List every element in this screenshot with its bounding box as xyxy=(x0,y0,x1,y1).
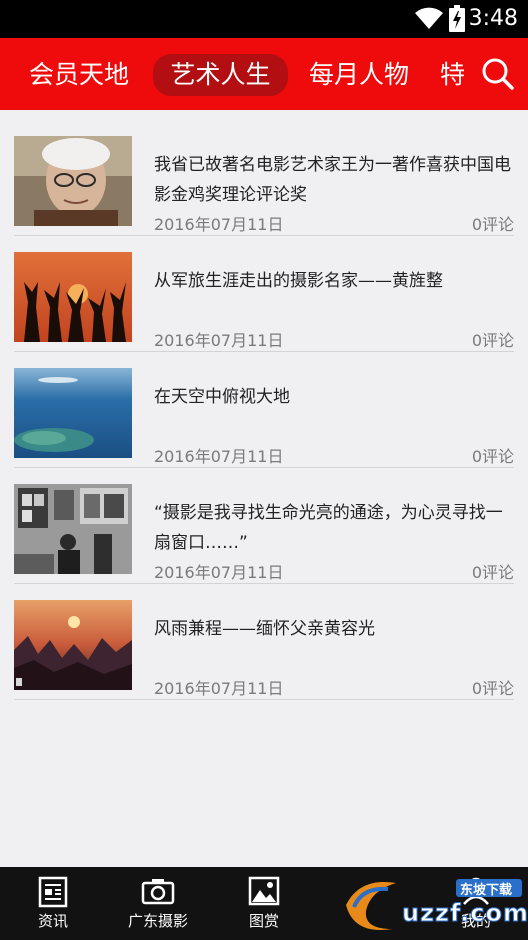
news-comment-count: 0评论 xyxy=(471,331,514,350)
watermark-label: 东坡下载 xyxy=(460,883,513,898)
news-date: 2016年07月11日 xyxy=(154,331,284,350)
news-item[interactable]: 从军旅生涯走出的摄影名家——黄旌整 2016年07月11日 0评论 xyxy=(14,236,514,352)
camera-icon xyxy=(141,879,175,905)
news-title: 在天空中俯视大地 xyxy=(154,387,290,407)
wifi-icon xyxy=(415,7,443,29)
news-comment-count: 0评论 xyxy=(471,563,514,582)
bottom-tab-news[interactable]: 资讯 xyxy=(18,867,88,940)
news-item[interactable]: “摄影是我寻找生命光亮的通途，为心灵寻找一扇窗口……” 2016年07月11日 … xyxy=(14,468,514,584)
bottom-tab-label: 广东摄影 xyxy=(127,912,188,930)
clock: 3:48 xyxy=(468,6,518,31)
tab-art-life[interactable]: 艺术人生 xyxy=(153,54,288,96)
street-bw-photo-icon xyxy=(14,484,132,574)
news-thumbnail xyxy=(14,136,132,226)
watermark-text: uzzf.com xyxy=(402,899,528,928)
news-item[interactable]: 在天空中俯视大地 2016年07月11日 0评论 xyxy=(14,352,514,468)
soldiers-silhouette-sunset-icon xyxy=(14,252,132,342)
news-comment-count: 0评论 xyxy=(471,679,514,698)
bottom-tab-guangdong-photography[interactable]: 广东摄影 xyxy=(118,867,198,940)
news-thumbnail xyxy=(14,484,132,574)
bottom-tab-gallery[interactable]: 图赏 xyxy=(228,867,300,940)
newspaper-icon xyxy=(38,876,68,908)
bottom-tab-label: 图赏 xyxy=(248,912,279,930)
news-thumbnail xyxy=(14,368,132,458)
tab-partial-next[interactable]: 特 xyxy=(440,54,466,96)
news-item[interactable]: 我省已故著名电影艺术家王为一著作喜获中国电影金鸡奖理论评论奖 2016年07月1… xyxy=(14,120,514,236)
elderly-man-portrait-icon xyxy=(14,136,132,226)
search-icon xyxy=(482,58,514,90)
status-bar: 3:48 xyxy=(0,0,528,38)
tab-member-world[interactable]: 会员天地 xyxy=(16,54,142,96)
battery-charging-icon xyxy=(449,5,465,32)
news-date: 2016年07月11日 xyxy=(154,447,284,466)
news-title: “摄影是我寻找生命光亮的通途，为心灵寻找一扇窗口……” xyxy=(154,503,503,553)
news-date: 2016年07月11日 xyxy=(154,563,284,582)
news-comment-count: 0评论 xyxy=(471,447,514,466)
search-button[interactable] xyxy=(472,52,522,96)
news-thumbnail xyxy=(14,252,132,342)
news-date: 2016年07月11日 xyxy=(154,215,284,234)
image-icon xyxy=(248,876,280,906)
news-title: 从军旅生涯走出的摄影名家——黄旌整 xyxy=(154,271,443,291)
news-comment-count: 0评论 xyxy=(471,215,514,234)
tab-monthly-people[interactable]: 每月人物 xyxy=(296,54,422,96)
news-thumbnail xyxy=(14,600,132,690)
news-item[interactable]: 风雨兼程——缅怀父亲黄容光 2016年07月11日 0评论 xyxy=(14,584,514,700)
bottom-tab-label: 资讯 xyxy=(37,912,68,930)
site-watermark: 东坡下载 uzzf.com xyxy=(340,873,528,937)
news-title: 风雨兼程——缅怀父亲黄容光 xyxy=(154,619,375,639)
news-date: 2016年07月11日 xyxy=(154,679,284,698)
aerial-sea-island-icon xyxy=(14,368,132,458)
news-list: 我省已故著名电影艺术家王为一著作喜获中国电影金鸡奖理论评论奖 2016年07月1… xyxy=(0,110,528,867)
category-tab-bar: 会员天地 艺术人生 每月人物 特 xyxy=(0,38,528,110)
news-title: 我省已故著名电影艺术家王为一著作喜获中国电影金鸡奖理论评论奖 xyxy=(154,155,511,205)
mountain-sunset-painting-icon xyxy=(14,600,132,690)
